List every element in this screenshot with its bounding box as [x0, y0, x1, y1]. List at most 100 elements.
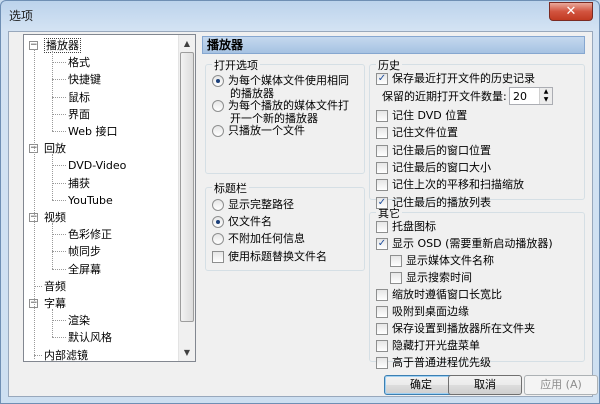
tree-item[interactable]: DVD-Video: [68, 157, 126, 174]
checkbox-option[interactable]: ✓ 记住最后的播放列表: [376, 196, 491, 209]
checkbox-label: 保存设置到播放器所在文件夹: [392, 322, 535, 335]
tree-item[interactable]: 播放器: [44, 37, 81, 54]
scroll-thumb[interactable]: [180, 52, 194, 322]
radio-button[interactable]: [212, 75, 224, 87]
tree-item[interactable]: 默认风格: [68, 329, 112, 346]
checkbox-label: 高于普通进程优先级: [392, 356, 491, 369]
checkbox-option[interactable]: 使用标题替换文件名: [212, 250, 327, 263]
checkbox[interactable]: [376, 289, 388, 301]
checkbox[interactable]: ✓: [376, 73, 388, 85]
tree-item[interactable]: 快捷键: [68, 71, 101, 88]
tree-item[interactable]: 视频: [44, 209, 66, 226]
radio-button[interactable]: [212, 216, 224, 228]
radio-option[interactable]: 显示完整路径: [212, 198, 294, 211]
checkbox-option[interactable]: 保存设置到播放器所在文件夹: [376, 322, 535, 335]
tree-item[interactable]: 格式: [68, 54, 90, 71]
checkbox-option[interactable]: 显示媒体文件名称: [390, 254, 494, 267]
checkbox[interactable]: [376, 340, 388, 352]
tree-scrollbar[interactable]: ▲ ▼: [178, 35, 195, 361]
tree-item[interactable]: 色彩修正: [68, 226, 112, 243]
radio-option[interactable]: 只播放一个文件: [212, 124, 305, 137]
spin-down-icon[interactable]: ▼: [539, 96, 552, 104]
tree-item[interactable]: 帧同步: [68, 243, 101, 260]
tree-item-label: 字幕: [44, 297, 66, 310]
checkbox[interactable]: [376, 357, 388, 369]
tree-item[interactable]: 全屏幕: [68, 261, 101, 278]
checkbox[interactable]: [212, 251, 224, 263]
recent-count-value[interactable]: 20: [513, 90, 527, 103]
checkbox[interactable]: ✓: [376, 196, 388, 209]
tree-connector: [52, 251, 66, 253]
close-button[interactable]: ✕: [549, 2, 593, 21]
checkbox-option[interactable]: 托盘图标: [376, 220, 436, 233]
tree-item[interactable]: 鼠标: [68, 89, 90, 106]
tree-item-label: 内部滤镜: [44, 348, 88, 362]
checkbox-option[interactable]: ✓ 显示 OSD (需要重新启动播放器): [376, 237, 553, 250]
tree-item[interactable]: YouTube: [68, 192, 113, 209]
checkbox-option[interactable]: 记住文件位置: [376, 126, 458, 140]
tree-item-label: 帧同步: [68, 245, 101, 259]
tree-item[interactable]: 界面: [68, 106, 90, 123]
radio-option[interactable]: 为每个播放的媒体文件打 开一个新的播放器: [212, 99, 349, 125]
checkbox[interactable]: [376, 144, 388, 157]
checkbox-option[interactable]: 显示搜索时间: [390, 271, 472, 284]
checkbox-option[interactable]: 记住上次的平移和扫描缩放: [376, 178, 524, 192]
checkbox-option[interactable]: 高于普通进程优先级: [376, 356, 491, 369]
radio-label: 显示完整路径: [228, 198, 294, 211]
scroll-up-icon[interactable]: ▲: [179, 35, 195, 52]
checkbox-option[interactable]: 吸附到桌面边缘: [376, 305, 469, 318]
tree-item[interactable]: 渲染: [68, 312, 90, 329]
radio-button[interactable]: [212, 199, 224, 211]
radio-button[interactable]: [212, 233, 224, 245]
checkbox-label: 吸附到桌面边缘: [392, 305, 469, 318]
checkbox[interactable]: ✓: [376, 238, 388, 250]
scroll-down-icon[interactable]: ▼: [179, 344, 195, 361]
checkbox-label: 缩放时遵循窗口长宽比: [392, 288, 502, 301]
checkbox-label: 记住最后的窗口位置: [392, 143, 491, 157]
checkbox-option[interactable]: 记住最后的窗口位置: [376, 144, 491, 157]
radio-option[interactable]: 仅文件名: [212, 215, 272, 228]
tree-item-label: 界面: [68, 107, 90, 121]
group-title: 标题栏: [212, 180, 249, 196]
radio-label: 为每个播放的媒体文件打: [228, 99, 349, 112]
checkbox[interactable]: [376, 127, 388, 140]
tree-item[interactable]: 音频: [44, 278, 66, 295]
tree-item[interactable]: 捕获: [68, 175, 90, 192]
checkbox-option[interactable]: 缩放时遵循窗口长宽比: [376, 288, 502, 301]
ok-button[interactable]: 确定: [384, 375, 458, 395]
spin-up-icon[interactable]: ▲: [539, 88, 552, 96]
checkbox-label: 显示搜索时间: [406, 271, 472, 284]
checkbox-label: 使用标题替换文件名: [228, 250, 327, 263]
tree-item[interactable]: 字幕: [44, 295, 66, 312]
recent-count-label: 保留的近期打开文件数量:: [382, 90, 507, 103]
tree-item-label: 默认风格: [68, 331, 112, 345]
checkbox-option[interactable]: 隐藏打开光盘菜单: [376, 339, 480, 352]
tree-item[interactable]: Web 接口: [68, 123, 117, 140]
tree-connector: [52, 131, 66, 132]
tree-item-label: 视频: [44, 211, 66, 224]
apply-button[interactable]: 应用 (A): [524, 375, 598, 395]
checkbox[interactable]: [376, 306, 388, 318]
radio-button[interactable]: [212, 125, 224, 137]
checkbox[interactable]: [376, 179, 388, 192]
cancel-button[interactable]: 取消: [448, 375, 522, 395]
checkbox[interactable]: [376, 161, 388, 174]
tree-connector: [52, 199, 66, 201]
options-tree[interactable]: ▲ ▼ 播放器 − 格式 快捷键 鼠标 界面 Web 接口 回放 − DVD-Video 捕获 You…: [23, 34, 196, 362]
checkbox[interactable]: [376, 110, 388, 122]
checkbox[interactable]: [376, 323, 388, 335]
tree-item[interactable]: 内部滤镜: [44, 347, 88, 362]
checkbox-option[interactable]: 记住 DVD 位置: [376, 109, 467, 122]
tree-connector: [52, 113, 66, 115]
group-title: 历史: [376, 57, 402, 73]
tree-item[interactable]: 回放: [44, 140, 66, 157]
checkbox[interactable]: [376, 221, 388, 233]
radio-button[interactable]: [212, 100, 224, 112]
checkbox[interactable]: [390, 255, 402, 267]
radio-option[interactable]: 不附加任何信息: [212, 232, 305, 245]
radio-option[interactable]: 为每个媒体文件使用相同 的播放器: [212, 74, 349, 100]
checkbox-option[interactable]: 记住最后的窗口大小: [376, 161, 491, 174]
recent-count-stepper[interactable]: 20 ▲ ▼: [509, 87, 553, 105]
checkbox[interactable]: [390, 272, 402, 284]
checkbox-option[interactable]: ✓ 保存最近打开文件的历史记录: [376, 72, 535, 85]
